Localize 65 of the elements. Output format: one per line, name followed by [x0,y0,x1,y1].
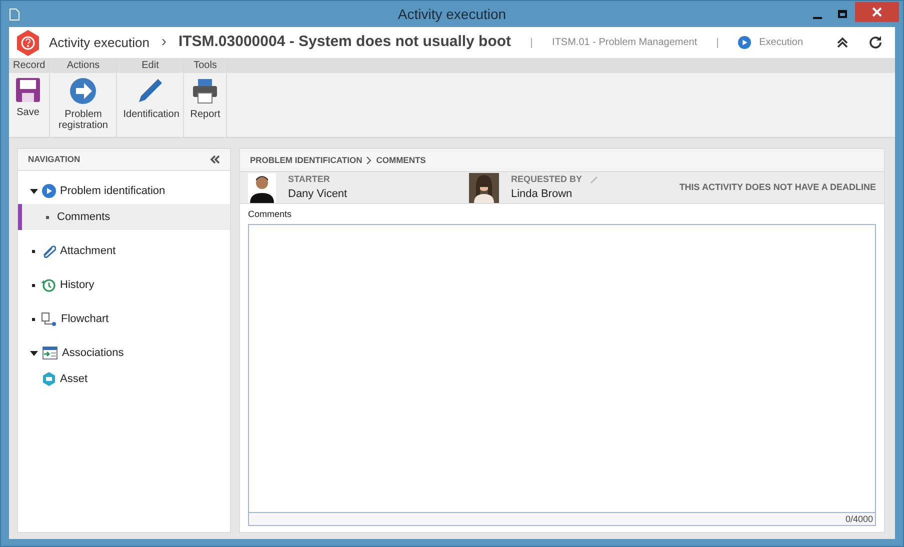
flowchart-icon [41,312,57,326]
ribbon-group-label: Tools [184,58,226,73]
collapse-button[interactable] [837,37,848,48]
tree-item-label: Attachment [60,244,116,259]
person-role: STARTER [288,172,330,186]
double-chevron-left-icon[interactable] [210,155,220,164]
double-chevron-up-icon [837,37,848,48]
tree-item-label: History [60,278,94,293]
tree-item[interactable]: Asset [18,366,230,392]
person-role: REQUESTED BY [511,172,582,186]
breadcrumb-item[interactable]: PROBLEM IDENTIFICATION [250,154,362,166]
breadcrumb-item: COMMENTS [376,154,426,166]
printer-icon [191,77,220,105]
person-name: Linda Brown [511,187,574,202]
bullet-icon [46,216,49,218]
play-icon [42,184,56,198]
paperclip-icon [41,244,56,258]
avatar [248,172,276,202]
question-hexagon-icon [15,30,41,56]
document-icon [9,8,20,20]
bullet-icon [32,284,35,286]
arrow-right-icon [69,77,98,105]
refresh-icon [868,35,883,50]
tree-item[interactable]: Comments [18,204,230,230]
close-icon [872,7,882,17]
field-label: Comments [248,208,293,221]
comments-textarea[interactable]: 0/4000 [248,224,876,526]
tree-item-label: Comments [57,210,110,225]
tree-item[interactable]: Problem identification [18,178,230,204]
person-name: Dany Vicent [288,187,348,202]
character-counter: 0/4000 [845,513,873,525]
ribbon-button[interactable]: Problem registration [50,73,116,137]
tree-item[interactable]: Associations [18,340,230,366]
record-title: ITSM.03000004 - System does not usually boot [178,32,512,52]
ribbon-button[interactable]: Save [9,73,47,137]
history-icon [41,278,56,292]
asset-icon [42,372,56,386]
panel-title: NAVIGATION [28,153,80,166]
process-name: ITSM.01 - Problem Management [552,36,698,50]
form-icon [42,346,58,360]
pencil-icon [136,77,164,105]
deadline-notice: THIS ACTIVITY DOES NOT HAVE A DEADLINE [679,180,876,194]
module-title: Activity execution [49,34,150,52]
tree-item[interactable]: Attachment [18,238,230,264]
tree-item-label: Flowchart [61,312,109,327]
refresh-button[interactable] [868,35,883,50]
tree-item-label: Problem identification [60,184,166,199]
bullet-icon [32,250,35,252]
play-icon [738,36,752,49]
ribbon-group-label: Actions [50,58,116,73]
ribbon-group-label: Edit [117,58,184,73]
tree-item[interactable]: Flowchart [18,306,230,332]
ribbon-group-label: Record [9,58,50,73]
status-label: Execution [759,36,804,50]
bullet-icon [32,318,35,320]
tree-item[interactable]: History [18,272,230,298]
window-title: Activity execution [398,4,506,24]
ribbon-button[interactable]: Report [184,73,226,137]
avatar [469,172,499,202]
tree-item-label: Asset [60,372,88,387]
chevron-right-icon [366,156,372,164]
close-button[interactable] [854,2,899,22]
breadcrumb-separator: › [161,32,166,52]
ribbon-button[interactable]: Identification [117,73,184,137]
tree-item-label: Associations [62,346,124,361]
